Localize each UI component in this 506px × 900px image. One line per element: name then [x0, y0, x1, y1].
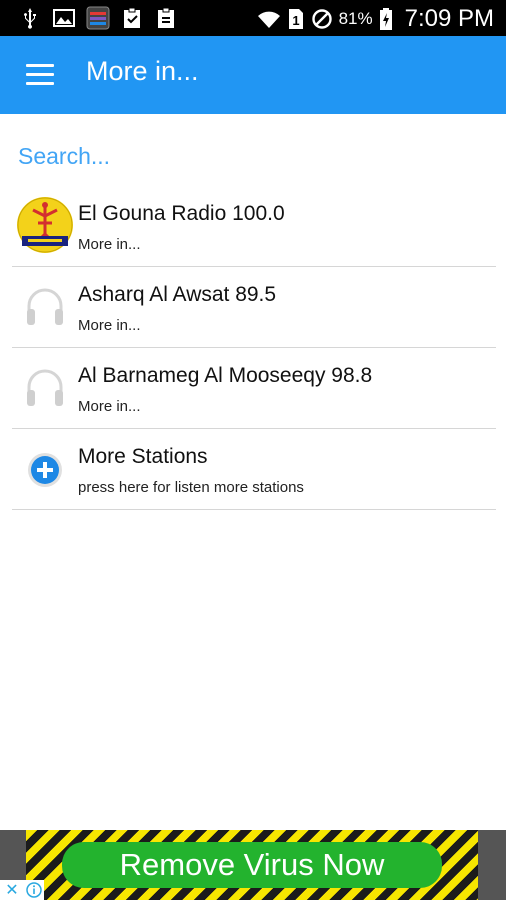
station-logo [16, 439, 74, 497]
battery-percent: 81% [338, 9, 373, 28]
gallery-icon [53, 9, 75, 27]
plus-circle-icon [28, 453, 62, 487]
station-logo [16, 196, 74, 254]
clock: 7:09 PM [404, 5, 494, 32]
system-status: 1 81% 7:09 PM [257, 5, 494, 33]
clipboard-icon [158, 7, 174, 28]
page-title: More in... [86, 56, 199, 86]
station-item-asharq[interactable]: Asharq Al Awsat 89.5 More in... [12, 267, 496, 348]
usb-icon [24, 8, 36, 29]
status-bar: 1 81% 7:09 PM [0, 0, 506, 36]
sim-slot-number: 1 [292, 13, 299, 28]
search-input[interactable] [18, 140, 488, 172]
headphones-icon [27, 369, 63, 406]
ad-banner: Remove Virus Now [0, 830, 506, 900]
station-name: Al Barnameg Al Mooseeqy 98.8 [78, 364, 373, 387]
station-logo [16, 358, 74, 416]
notification-icons [18, 6, 178, 30]
station-name: El Gouna Radio 100.0 [78, 202, 285, 225]
station-list: El Gouna Radio 100.0 More in... Asharq A… [12, 186, 496, 510]
ad-close-icon[interactable]: ✕ [0, 880, 24, 900]
station-item-al-barnameg[interactable]: Al Barnameg Al Mooseeqy 98.8 More in... [12, 348, 496, 429]
clipboard-check-icon [124, 7, 140, 28]
menu-icon[interactable] [26, 64, 54, 86]
blocked-icon [311, 9, 332, 29]
ad-remove-virus-button[interactable]: Remove Virus Now [62, 842, 442, 888]
station-subtitle: press here for listen more stations [78, 479, 304, 496]
wifi-icon [257, 11, 280, 28]
station-logo [16, 277, 74, 335]
station-subtitle: More in... [78, 398, 141, 415]
ad-info-icon[interactable] [24, 880, 44, 900]
sim-icon: 1 [288, 9, 303, 29]
app-icon [86, 6, 110, 30]
el-gouna-logo-icon [17, 197, 73, 253]
ad-striped-frame: Remove Virus Now [26, 830, 478, 900]
station-subtitle: More in... [78, 236, 141, 253]
battery-charging-icon [379, 8, 392, 30]
station-name: Asharq Al Awsat 89.5 [78, 283, 277, 306]
app-bar: More in... [0, 36, 506, 114]
headphones-icon [27, 288, 63, 325]
more-stations-item[interactable]: More Stations press here for listen more… [12, 429, 496, 510]
station-name: More Stations [78, 445, 208, 468]
station-item-el-gouna[interactable]: El Gouna Radio 100.0 More in... [12, 186, 496, 267]
station-subtitle: More in... [78, 317, 141, 334]
